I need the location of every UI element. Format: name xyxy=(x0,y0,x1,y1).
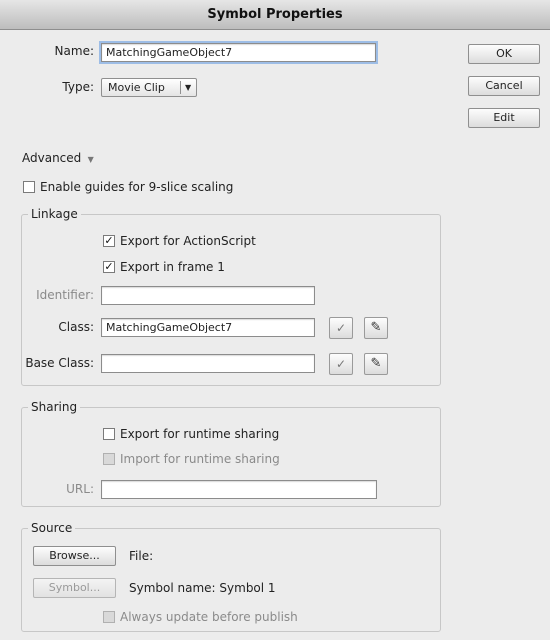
source-title: Source xyxy=(28,521,76,535)
check-icon: ✓ xyxy=(335,321,347,335)
validate-base-class-button[interactable]: ✓ xyxy=(329,353,353,375)
export-runtime-checkbox[interactable] xyxy=(103,428,115,440)
symbol-button[interactable]: Symbol... xyxy=(33,578,116,598)
always-update-checkbox[interactable] xyxy=(103,611,115,623)
edit-base-class-button[interactable]: ✎ xyxy=(364,353,388,375)
base-class-input[interactable] xyxy=(101,354,315,373)
pencil-icon: ✎ xyxy=(370,320,382,335)
pencil-icon: ✎ xyxy=(370,356,382,371)
nine-slice-label: Enable guides for 9-slice scaling xyxy=(40,180,234,194)
class-label: Class: xyxy=(58,320,94,334)
file-label: File: xyxy=(129,549,154,563)
export-actionscript-label: Export for ActionScript xyxy=(120,234,256,248)
edit-class-button[interactable]: ✎ xyxy=(364,317,388,339)
validate-class-button[interactable]: ✓ xyxy=(329,317,353,339)
type-select-value: Movie Clip xyxy=(108,81,165,94)
import-runtime-checkbox[interactable] xyxy=(103,453,115,465)
type-select[interactable]: Movie Clip ▼ xyxy=(101,78,197,97)
nine-slice-checkbox[interactable] xyxy=(23,181,35,193)
edit-button[interactable]: Edit xyxy=(468,108,540,128)
triangle-down-icon: ▼ xyxy=(85,155,94,164)
dropdown-arrow-icon: ▼ xyxy=(185,83,192,92)
ok-button[interactable]: OK xyxy=(468,44,540,64)
identifier-input[interactable] xyxy=(101,286,315,305)
always-update-label: Always update before publish xyxy=(120,610,298,624)
type-label: Type: xyxy=(62,80,94,94)
export-frame1-label: Export in frame 1 xyxy=(120,260,225,274)
export-frame1-checkbox[interactable]: ✓ xyxy=(103,261,115,273)
cancel-button[interactable]: Cancel xyxy=(468,76,540,96)
export-runtime-label: Export for runtime sharing xyxy=(120,427,280,441)
identifier-label: Identifier: xyxy=(36,288,94,302)
advanced-label: Advanced xyxy=(22,151,82,165)
import-runtime-label: Import for runtime sharing xyxy=(120,452,280,466)
class-input[interactable]: MatchingGameObject7 xyxy=(101,318,315,337)
check-icon: ✓ xyxy=(335,357,347,371)
name-input[interactable]: MatchingGameObject7 xyxy=(99,41,378,64)
url-input[interactable] xyxy=(101,480,377,499)
advanced-toggle[interactable]: Advanced ▼ xyxy=(22,151,94,165)
name-label: Name: xyxy=(54,44,94,58)
url-label: URL: xyxy=(66,482,94,496)
base-class-label: Base Class: xyxy=(25,356,94,370)
window-title: Symbol Properties xyxy=(0,0,550,30)
browse-button[interactable]: Browse... xyxy=(33,546,116,566)
linkage-title: Linkage xyxy=(28,207,81,221)
symbol-name-text: Symbol name: Symbol 1 xyxy=(129,581,276,595)
export-actionscript-checkbox[interactable]: ✓ xyxy=(103,235,115,247)
sharing-title: Sharing xyxy=(28,400,81,414)
